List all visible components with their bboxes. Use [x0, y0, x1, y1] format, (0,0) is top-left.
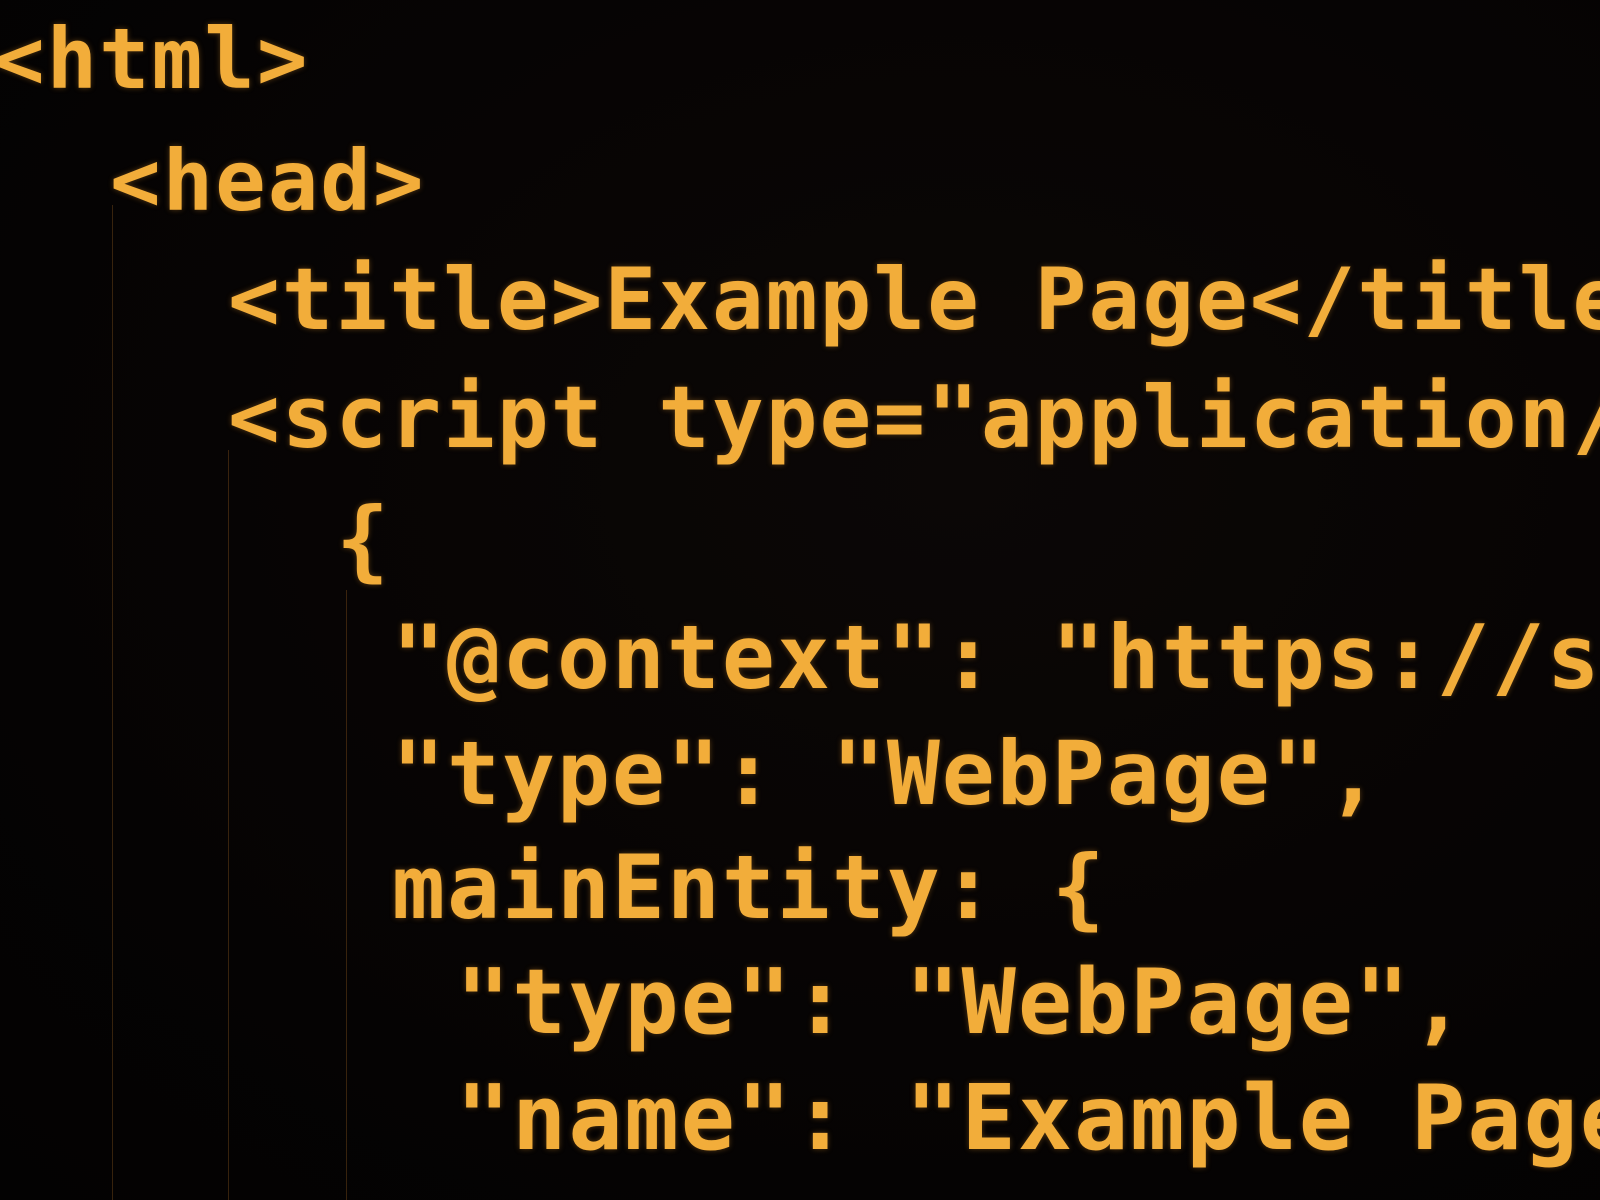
code-line-entity-type[interactable]: "type": "WebPage",	[456, 950, 1467, 1055]
code-line-entity-name[interactable]: "name": "Example Page,	[456, 1066, 1600, 1171]
code-line-main-entity[interactable]: mainEntity: {	[392, 836, 1107, 939]
code-line-type[interactable]: "type": "WebPage",	[392, 722, 1382, 825]
code-line-html-open[interactable]: <html>	[0, 10, 309, 108]
code-line-head-open[interactable]: <head>	[110, 132, 425, 230]
indent-guide	[346, 590, 347, 1200]
code-line-context[interactable]: "@context": "https://sc	[392, 606, 1600, 709]
code-line-script-open[interactable]: <script type="application/	[228, 368, 1600, 468]
code-editor[interactable]: <html> <head> <title>Example Page</title…	[0, 0, 1600, 1200]
indent-guide	[112, 205, 113, 1200]
code-line-title[interactable]: <title>Example Page</title	[228, 250, 1600, 350]
code-line-brace-open[interactable]: {	[336, 488, 391, 591]
indent-guide	[228, 450, 229, 1200]
